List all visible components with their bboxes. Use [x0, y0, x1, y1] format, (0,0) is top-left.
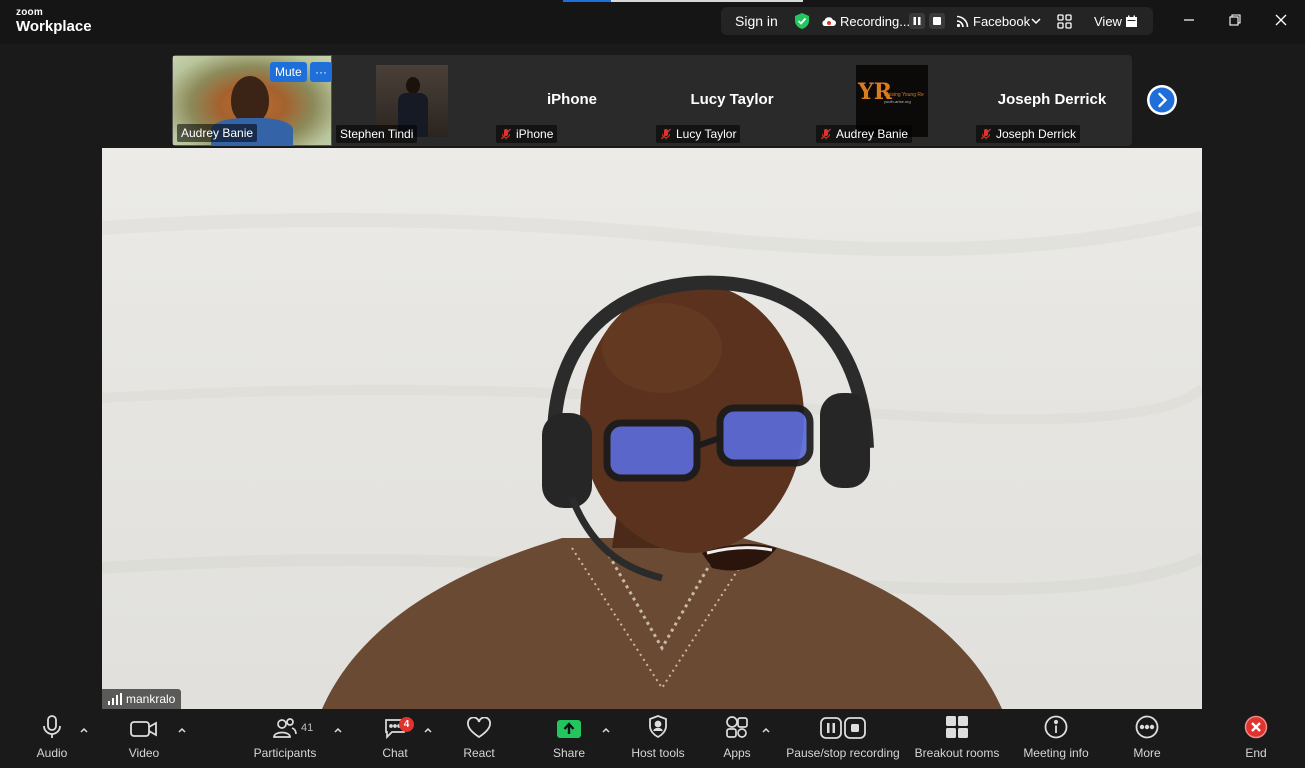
heart-icon [467, 717, 491, 739]
participants-icon [273, 718, 297, 738]
participant-tile[interactable]: Mute ··· Audrey Banie [172, 55, 332, 146]
pause-recording-icon [820, 717, 842, 739]
participants-options-caret-icon[interactable] [333, 725, 343, 735]
participant-more-button[interactable]: ··· [310, 62, 332, 82]
host-shield-icon [649, 715, 667, 739]
share-button[interactable]: Share [547, 709, 591, 768]
apps-icon [726, 716, 748, 738]
sign-in-link[interactable]: Sign in [735, 7, 778, 35]
audio-button[interactable]: Audio [30, 709, 74, 768]
react-button[interactable]: React [457, 709, 501, 768]
meeting-status-bar: Sign in Recording... Facebook View [721, 7, 1153, 35]
brand-small: zoom [16, 7, 43, 18]
participant-tile[interactable]: YR Raising Young Re youth-arise.org Audr… [812, 55, 972, 146]
pause-stop-recording-button[interactable]: Pause/stop recording [784, 709, 902, 768]
participant-display-name: Joseph Derrick [997, 91, 1107, 108]
participant-name-label: Joseph Derrick [976, 125, 1081, 143]
participants-button[interactable]: Participants [250, 709, 320, 768]
audio-options-caret-icon[interactable] [79, 725, 89, 735]
active-speaker-name: mankralo [126, 692, 176, 706]
video-options-caret-icon[interactable] [177, 725, 187, 735]
participant-display-name: iPhone [546, 91, 597, 108]
participant-name-label: Audrey Banie [816, 125, 913, 143]
participant-display-name: Lucy Taylor [690, 91, 774, 108]
participant-name-label: Stephen Tindi [336, 125, 418, 143]
chat-unread-badge: 4 [399, 717, 414, 732]
mic-muted-icon [821, 128, 831, 140]
video-camera-icon [130, 721, 157, 737]
title-bar: zoom Workplace Sign in Recording... Face… [0, 0, 1305, 44]
livestream-target[interactable]: Facebook [973, 7, 1030, 35]
microphone-icon [43, 715, 61, 738]
participant-name-label: Lucy Taylor [656, 125, 741, 143]
breakout-rooms-button[interactable]: Breakout rooms [910, 709, 1004, 768]
info-icon [1044, 715, 1068, 739]
mic-muted-icon [981, 128, 991, 140]
participant-tile[interactable]: iPhone iPhone [492, 55, 652, 146]
signal-strength-icon [108, 693, 122, 705]
livestream-icon [956, 7, 969, 35]
gallery-strip: Mute ··· Audrey Banie Stephen Tindi iPho… [172, 55, 1132, 146]
more-dots-icon [1135, 715, 1159, 739]
breakout-rooms-icon [946, 716, 968, 738]
more-button[interactable]: More [1125, 709, 1169, 768]
share-options-caret-icon[interactable] [601, 725, 611, 735]
participant-name-label: Audrey Banie [177, 124, 258, 142]
chat-options-caret-icon[interactable] [423, 725, 433, 735]
share-screen-icon [557, 720, 581, 738]
chat-button[interactable]: Chat 4 [373, 709, 417, 768]
speaker-video-frame [102, 211, 1202, 709]
pause-recording-icon[interactable] [909, 13, 925, 29]
next-page-icon[interactable] [1146, 84, 1178, 116]
active-speaker-video[interactable] [102, 148, 1202, 709]
mic-muted-icon [661, 128, 671, 140]
brand-large: Workplace [16, 18, 92, 35]
stop-recording-icon[interactable] [929, 13, 945, 29]
video-button[interactable]: Video [122, 709, 166, 768]
layout-grid-icon[interactable] [1057, 7, 1072, 35]
participant-name-label: iPhone [496, 125, 558, 143]
host-tools-button[interactable]: Host tools [628, 709, 688, 768]
mute-participant-button[interactable]: Mute [270, 62, 307, 82]
encryption-shield-icon[interactable] [793, 7, 811, 35]
window-drag-handle[interactable] [563, 0, 803, 2]
view-menu-button[interactable]: View [1094, 7, 1122, 35]
participant-tile[interactable]: Lucy Taylor Lucy Taylor [652, 55, 812, 146]
end-meeting-icon [1244, 715, 1268, 739]
chevron-down-icon[interactable] [1031, 7, 1041, 35]
participant-tile[interactable]: Joseph Derrick Joseph Derrick [972, 55, 1132, 146]
mic-muted-icon [501, 128, 511, 140]
apps-options-caret-icon[interactable] [761, 725, 771, 735]
participants-count: 41 [301, 722, 314, 734]
meeting-controls-toolbar: Audio Video Participants 41 Chat 4 React… [0, 709, 1305, 768]
stop-recording-icon [844, 717, 866, 739]
cloud-recording-icon [821, 7, 836, 35]
meeting-info-button[interactable]: Meeting info [1018, 709, 1094, 768]
apps-button[interactable]: Apps [715, 709, 759, 768]
app-logo: zoom Workplace [16, 7, 92, 35]
minimize-icon[interactable] [1166, 0, 1212, 40]
view-layout-icon[interactable] [1125, 7, 1138, 35]
restore-icon[interactable] [1212, 0, 1258, 40]
recording-status-text: Recording... [840, 13, 911, 29]
participant-tile[interactable]: Stephen Tindi [332, 55, 492, 146]
active-speaker-label: mankralo [102, 689, 182, 709]
end-meeting-button[interactable]: End [1234, 709, 1278, 768]
close-icon[interactable] [1258, 0, 1304, 40]
